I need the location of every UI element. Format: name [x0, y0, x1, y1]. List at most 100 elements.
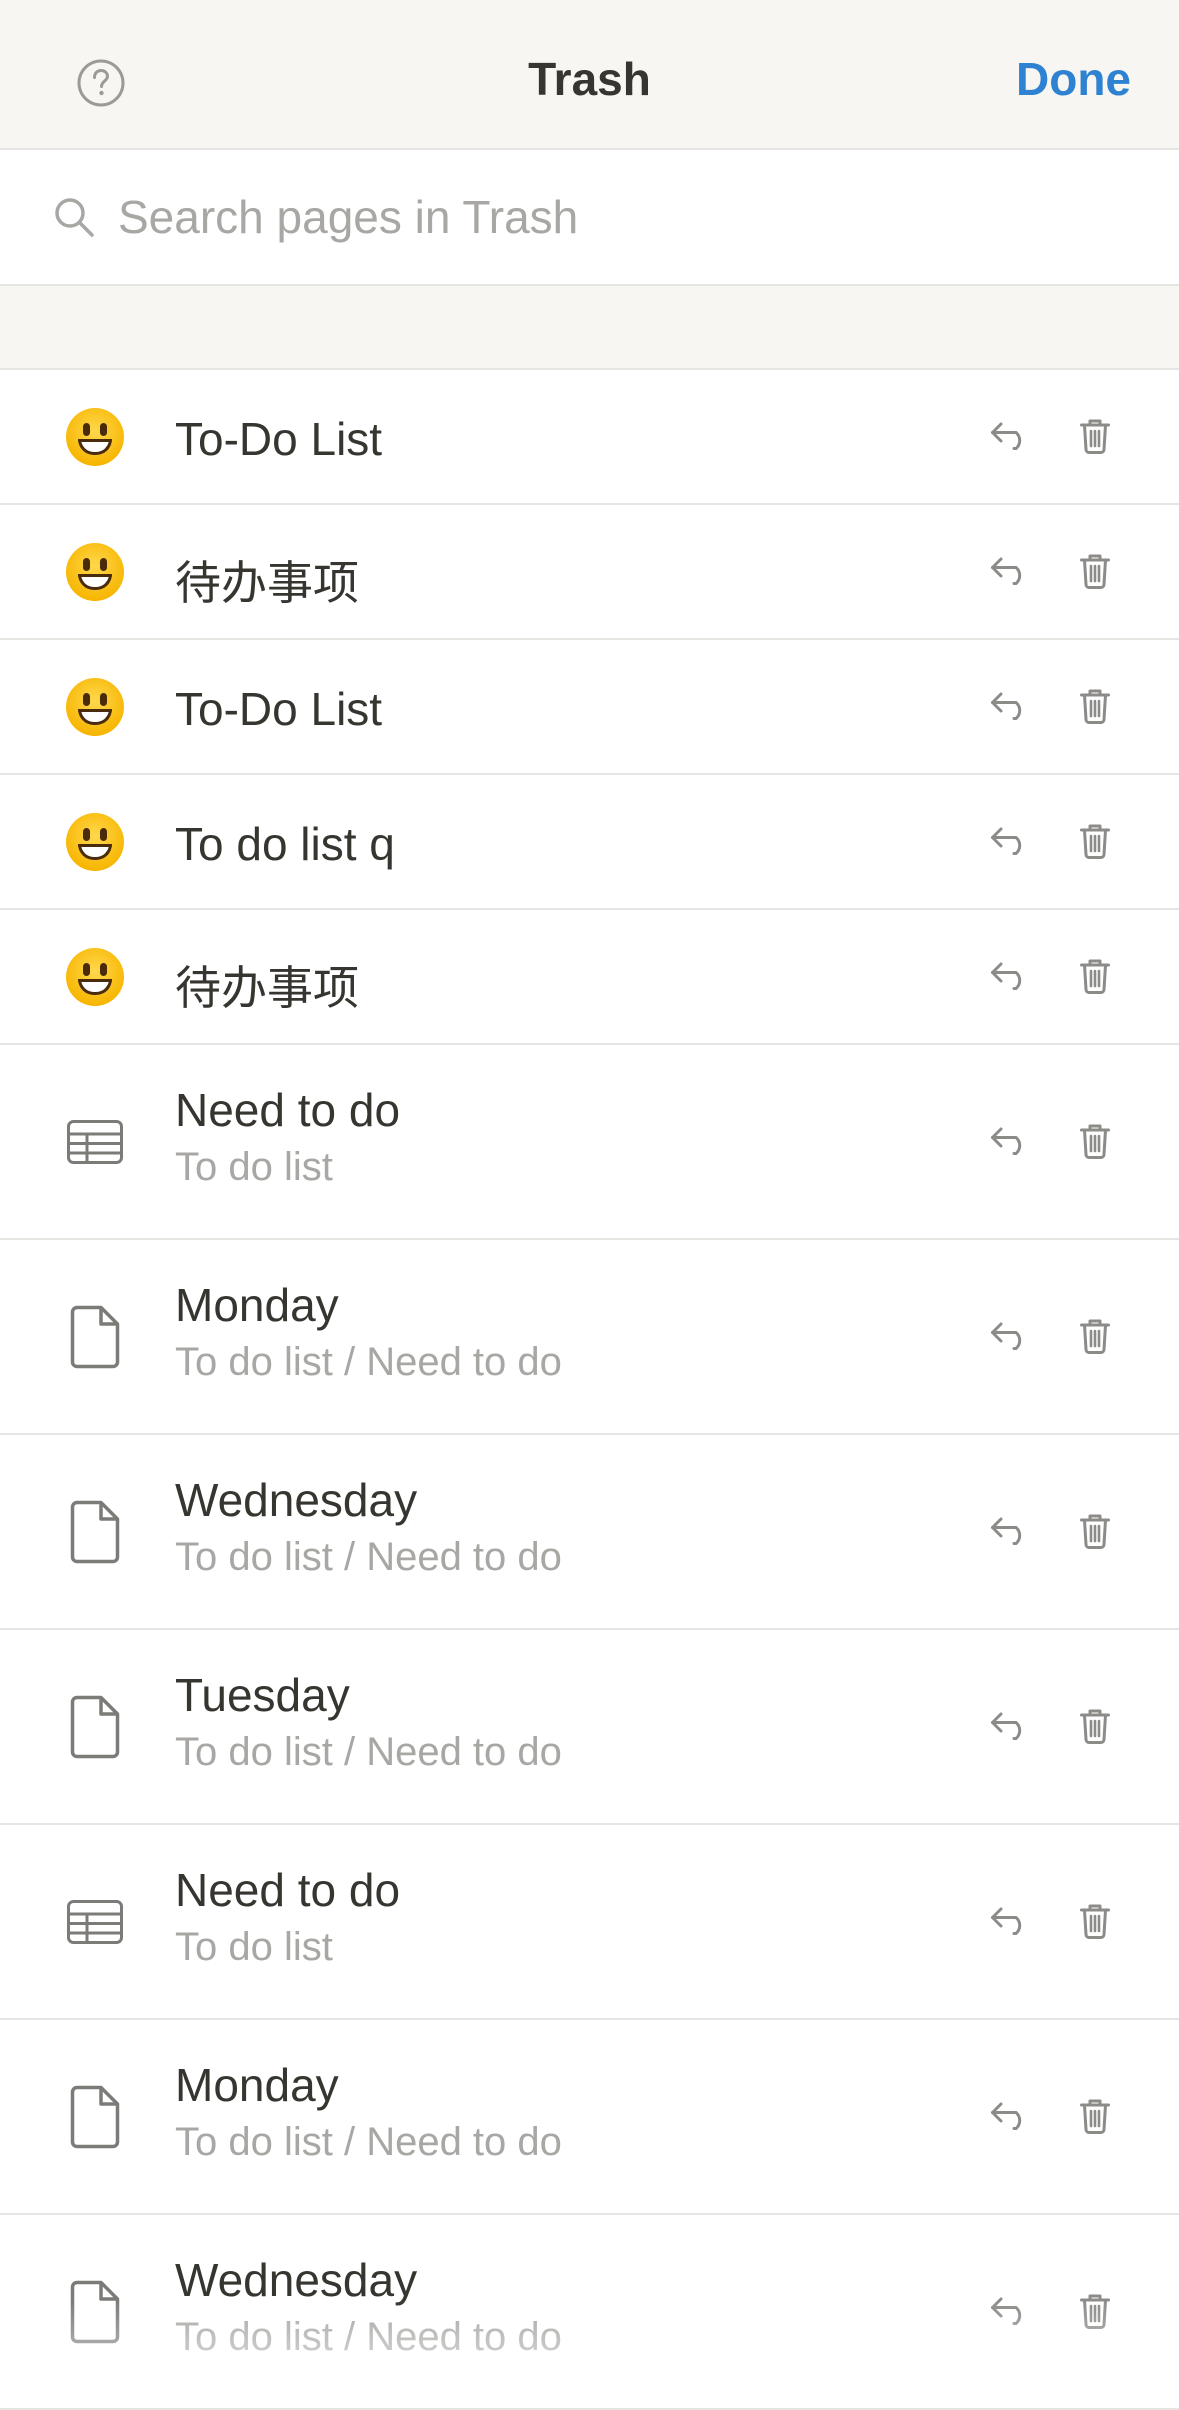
item-title: Monday: [175, 1279, 339, 1331]
item-title: To-Do List: [175, 683, 383, 735]
help-button[interactable]: [76, 58, 126, 108]
item-breadcrumb: To do list / Need to do: [175, 2120, 562, 2164]
trash-item-row[interactable]: Need to do To do list: [0, 1825, 1179, 2020]
restore-button[interactable]: [982, 678, 1038, 734]
search-bar: [0, 150, 1179, 286]
restore-arrow-icon: [990, 1516, 1030, 1546]
item-breadcrumb: To do list: [175, 1145, 333, 1189]
trash-item-row[interactable]: To-Do List: [0, 370, 1179, 505]
item-title: Wednesday: [175, 2254, 418, 2306]
delete-permanently-button[interactable]: [1067, 678, 1123, 734]
trash-icon: [1080, 1318, 1110, 1354]
table-icon: [62, 1889, 128, 1955]
trash-item-row[interactable]: To-Do List: [0, 640, 1179, 775]
delete-permanently-button[interactable]: [1067, 1698, 1123, 1754]
trash-item-row[interactable]: Wednesday To do list / Need to do: [0, 1435, 1179, 1630]
item-breadcrumb: To do list / Need to do: [175, 2315, 562, 2359]
done-button[interactable]: Done: [1016, 52, 1131, 106]
item-title: Wednesday: [175, 1474, 418, 1526]
delete-permanently-button[interactable]: [1067, 2283, 1123, 2339]
page-icon: [62, 1304, 128, 1370]
item-title: Need to do: [175, 1084, 401, 1136]
delete-permanently-button[interactable]: [1067, 1893, 1123, 1949]
restore-button[interactable]: [982, 408, 1038, 464]
trash-icon: [1080, 2098, 1110, 2134]
restore-button[interactable]: [982, 1308, 1038, 1364]
trash-icon: [1080, 958, 1110, 994]
section-spacer: [0, 286, 1179, 370]
restore-arrow-icon: [990, 556, 1030, 586]
delete-permanently-button[interactable]: [1067, 408, 1123, 464]
trash-item-row[interactable]: To do list q: [0, 775, 1179, 910]
delete-permanently-button[interactable]: [1067, 813, 1123, 869]
page-icon: [62, 1694, 128, 1760]
trash-icon: [1080, 1708, 1110, 1744]
trash-item-row[interactable]: Tuesday To do list / Need to do: [0, 1630, 1179, 1825]
restore-button[interactable]: [982, 1503, 1038, 1559]
restore-button[interactable]: [982, 2088, 1038, 2144]
search-icon: [52, 195, 96, 239]
item-breadcrumb: To do list / Need to do: [175, 1730, 562, 1774]
top-bar: Trash Done: [0, 0, 1179, 150]
restore-button[interactable]: [982, 948, 1038, 1004]
delete-permanently-button[interactable]: [1067, 1308, 1123, 1364]
trash-icon: [1080, 553, 1110, 589]
item-breadcrumb: To do list / Need to do: [175, 1535, 562, 1579]
restore-arrow-icon: [990, 961, 1030, 991]
restore-arrow-icon: [990, 2101, 1030, 2131]
trash-icon: [1080, 1123, 1110, 1159]
item-title: Need to do: [175, 1864, 401, 1916]
restore-button[interactable]: [982, 813, 1038, 869]
page-icon: [62, 2084, 128, 2150]
restore-button[interactable]: [982, 543, 1038, 599]
restore-arrow-icon: [990, 826, 1030, 856]
item-title: 待办事项: [175, 557, 359, 609]
smiley-emoji-icon: [62, 674, 128, 740]
restore-button[interactable]: [982, 2283, 1038, 2339]
restore-arrow-icon: [990, 691, 1030, 721]
delete-permanently-button[interactable]: [1067, 1503, 1123, 1559]
trash-item-row[interactable]: Monday To do list / Need to do: [0, 2020, 1179, 2215]
smiley-emoji-icon: [62, 539, 128, 605]
restore-arrow-icon: [990, 421, 1030, 451]
restore-button[interactable]: [982, 1893, 1038, 1949]
item-breadcrumb: To do list / Need to do: [175, 1340, 562, 1384]
page-title: Trash: [528, 53, 651, 105]
item-title: To-Do List: [175, 413, 383, 465]
item-title: Tuesday: [175, 1669, 350, 1721]
delete-permanently-button[interactable]: [1067, 1113, 1123, 1169]
restore-arrow-icon: [990, 1711, 1030, 1741]
page-icon: [62, 1499, 128, 1565]
page-icon: [62, 2279, 128, 2345]
smiley-emoji-icon: [62, 944, 128, 1010]
trash-item-row[interactable]: Need to do To do list: [0, 1045, 1179, 1240]
smiley-emoji-icon: [62, 809, 128, 875]
delete-permanently-button[interactable]: [1067, 2088, 1123, 2144]
trash-item-row[interactable]: 待办事项: [0, 910, 1179, 1045]
item-title: Monday: [175, 2059, 339, 2111]
restore-arrow-icon: [990, 1321, 1030, 1351]
restore-arrow-icon: [990, 1906, 1030, 1936]
smiley-emoji-icon: [62, 404, 128, 470]
trash-icon: [1080, 2293, 1110, 2329]
delete-permanently-button[interactable]: [1067, 543, 1123, 599]
trash-icon: [1080, 823, 1110, 859]
restore-button[interactable]: [982, 1698, 1038, 1754]
item-title: To do list q: [175, 818, 395, 870]
restore-arrow-icon: [990, 2296, 1030, 2326]
delete-permanently-button[interactable]: [1067, 948, 1123, 1004]
trash-icon: [1080, 418, 1110, 454]
item-title: 待办事项: [175, 962, 359, 1014]
trash-icon: [1080, 1903, 1110, 1939]
restore-arrow-icon: [990, 1126, 1030, 1156]
restore-button[interactable]: [982, 1113, 1038, 1169]
table-icon: [62, 1109, 128, 1175]
trash-item-row[interactable]: Wednesday To do list / Need to do: [0, 2215, 1179, 2410]
search-input[interactable]: [118, 190, 1018, 244]
trash-icon: [1080, 1513, 1110, 1549]
trash-item-row[interactable]: 待办事项: [0, 505, 1179, 640]
trash-list: To-Do List 待办事项 To-Do List To do list q 待办事项…: [0, 370, 1179, 2410]
help-circle-icon: [77, 59, 125, 107]
trash-item-row[interactable]: Monday To do list / Need to do: [0, 1240, 1179, 1435]
trash-icon: [1080, 688, 1110, 724]
